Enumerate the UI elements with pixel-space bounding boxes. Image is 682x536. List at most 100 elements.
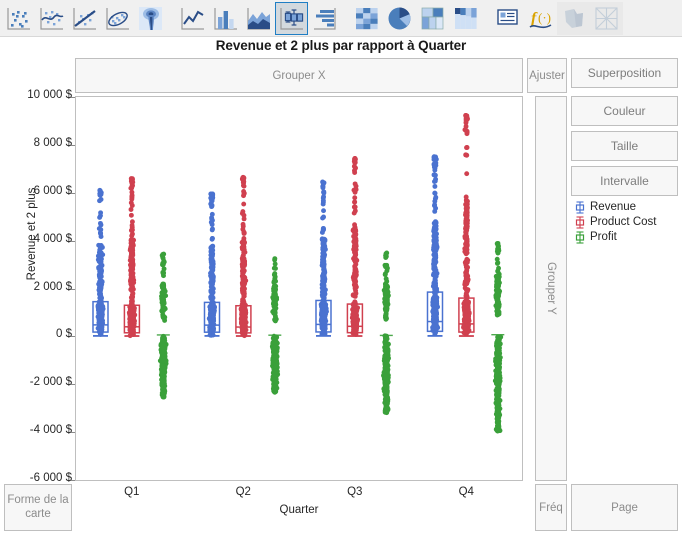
data-point bbox=[130, 223, 135, 228]
data-point bbox=[242, 258, 247, 263]
data-point bbox=[322, 244, 327, 249]
data-point bbox=[352, 168, 357, 173]
formula-icon[interactable]: f(·) bbox=[524, 2, 557, 35]
y-axis-tick-label: -4 000 $ bbox=[8, 424, 72, 436]
legend-item[interactable]: Profit bbox=[574, 230, 679, 245]
data-point bbox=[242, 275, 247, 280]
freq-dropzone[interactable]: Fréq bbox=[535, 484, 567, 531]
data-point bbox=[241, 299, 246, 304]
data-point bbox=[465, 224, 470, 229]
data-point bbox=[432, 247, 437, 252]
data-point bbox=[322, 269, 327, 274]
data-point bbox=[241, 193, 246, 198]
data-point bbox=[130, 257, 135, 262]
y-axis-tick-label: 2 000 $ bbox=[8, 281, 72, 293]
taille-dropzone[interactable]: Taille bbox=[571, 131, 678, 161]
plot-area[interactable] bbox=[75, 96, 523, 481]
legend-item[interactable]: Revenue bbox=[574, 200, 679, 215]
grouper-x-dropzone[interactable]: Grouper X bbox=[75, 58, 523, 93]
data-point bbox=[129, 246, 134, 251]
data-point bbox=[321, 194, 326, 199]
data-point bbox=[162, 389, 167, 394]
intervalle-dropzone[interactable]: Intervalle bbox=[571, 166, 678, 196]
boxplot-overlay bbox=[427, 292, 442, 336]
data-point bbox=[321, 189, 326, 194]
y-axis-tick-labels: -6 000 $-4 000 $-2 000 $0 $2 000 $4 000 … bbox=[4, 0, 72, 536]
data-point bbox=[209, 199, 214, 204]
data-point bbox=[160, 270, 165, 275]
grouper-y-dropzone[interactable]: Grouper Y bbox=[535, 96, 567, 481]
superposition-dropzone[interactable]: Superposition bbox=[571, 58, 678, 88]
page-dropzone[interactable]: Page bbox=[571, 484, 678, 531]
couleur-dropzone[interactable]: Couleur bbox=[571, 96, 678, 126]
data-point bbox=[160, 283, 165, 288]
line-of-fit-icon[interactable] bbox=[68, 2, 101, 35]
line-chart-icon[interactable] bbox=[176, 2, 209, 35]
legend-item[interactable]: Product Cost bbox=[574, 215, 679, 230]
graph-builder-window: f(·) Revenue et 2 plus par rapport à Qua… bbox=[0, 0, 682, 536]
data-point bbox=[98, 227, 103, 232]
data-point bbox=[99, 234, 104, 239]
superposition-label: Superposition bbox=[588, 66, 661, 80]
data-point bbox=[240, 211, 245, 216]
legend-item-label: Revenue bbox=[590, 200, 636, 215]
data-point bbox=[209, 252, 214, 257]
data-point bbox=[321, 208, 326, 213]
data-point bbox=[352, 211, 357, 216]
data-point bbox=[353, 252, 358, 257]
treemap-icon[interactable] bbox=[416, 2, 449, 35]
legend-boxplot-marker bbox=[574, 216, 586, 229]
data-point bbox=[242, 184, 247, 189]
y-axis-tick-label: 0 $ bbox=[8, 328, 72, 340]
data-point bbox=[465, 241, 470, 246]
data-point bbox=[321, 200, 326, 205]
data-point bbox=[242, 286, 247, 291]
data-point bbox=[130, 274, 135, 279]
data-point bbox=[432, 191, 437, 196]
box-plot-icon[interactable] bbox=[275, 2, 308, 35]
histogram-icon[interactable] bbox=[308, 2, 341, 35]
data-point bbox=[352, 272, 357, 277]
data-point bbox=[464, 201, 469, 206]
data-point bbox=[242, 216, 247, 221]
data-point bbox=[160, 350, 165, 355]
data-point bbox=[464, 265, 469, 270]
boxplot-overlay bbox=[459, 298, 474, 336]
data-point bbox=[97, 215, 102, 220]
grouper-y-label: Grouper Y bbox=[545, 262, 557, 315]
caption-box-icon[interactable] bbox=[491, 2, 524, 35]
data-point bbox=[320, 290, 325, 295]
pie-chart-icon[interactable] bbox=[383, 2, 416, 35]
data-point bbox=[464, 195, 469, 200]
data-point bbox=[98, 210, 103, 215]
data-point bbox=[162, 260, 167, 265]
mosaic-icon[interactable] bbox=[449, 2, 482, 35]
grouper-x-label: Grouper X bbox=[272, 70, 325, 82]
taille-label: Taille bbox=[611, 139, 638, 153]
contour-icon[interactable] bbox=[134, 2, 167, 35]
heatmap-icon[interactable] bbox=[350, 2, 383, 35]
data-point bbox=[433, 196, 438, 201]
data-point bbox=[99, 296, 104, 301]
data-point bbox=[464, 280, 469, 285]
data-point bbox=[432, 184, 437, 189]
data-point bbox=[160, 253, 165, 258]
data-point bbox=[242, 231, 247, 236]
couleur-label: Couleur bbox=[603, 104, 645, 118]
data-point bbox=[161, 365, 166, 370]
data-point bbox=[161, 358, 166, 363]
data-point bbox=[433, 306, 438, 311]
area-chart-icon[interactable] bbox=[242, 2, 275, 35]
data-point bbox=[242, 294, 247, 299]
data-point bbox=[353, 205, 358, 210]
data-point bbox=[464, 258, 469, 263]
bar-chart-icon[interactable] bbox=[209, 2, 242, 35]
data-point bbox=[99, 274, 104, 279]
toolbar-separator bbox=[341, 0, 350, 37]
data-point bbox=[431, 263, 436, 268]
ellipse-icon[interactable] bbox=[101, 2, 134, 35]
data-point bbox=[464, 145, 469, 150]
legend-item-label: Product Cost bbox=[590, 215, 656, 230]
data-point bbox=[464, 171, 469, 176]
ajuster-dropzone[interactable]: Ajuster bbox=[527, 58, 567, 93]
